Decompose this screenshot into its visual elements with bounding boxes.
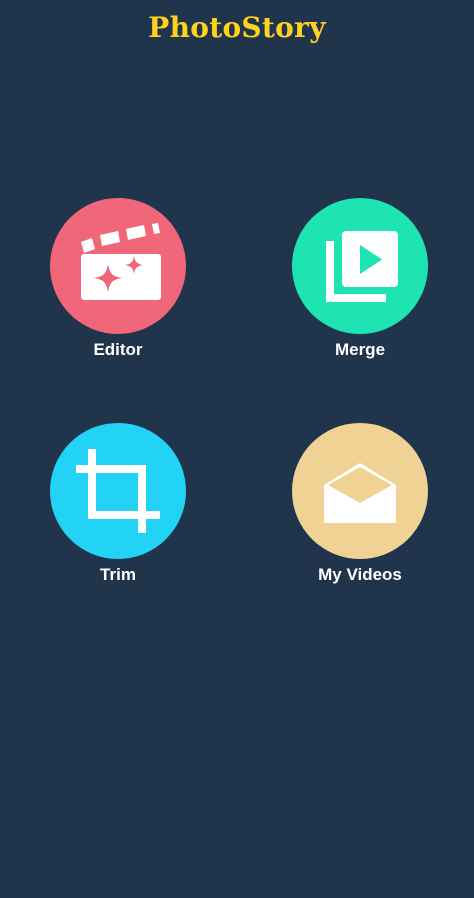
trim-circle[interactable] [50,423,186,559]
crop-icon [76,449,160,533]
clapperboard-sparkle-icon [81,223,161,300]
editor-circle[interactable] [50,198,186,334]
editor-button[interactable]: Editor [18,198,218,398]
app-title: PhotoStory [148,11,326,44]
merge-circle[interactable] [292,198,428,334]
trim-button[interactable]: Trim [18,423,218,623]
open-envelope-icon [324,463,396,523]
my-videos-circle[interactable] [292,423,428,559]
trim-label: Trim [100,565,136,584]
merge-label: Merge [334,340,386,359]
merge-button[interactable]: Merge [260,198,460,398]
editor-label: Editor [93,340,143,359]
stacked-play-icon [326,231,398,302]
my-videos-label: My Videos [318,565,402,584]
my-videos-button[interactable]: My Videos [260,423,460,623]
